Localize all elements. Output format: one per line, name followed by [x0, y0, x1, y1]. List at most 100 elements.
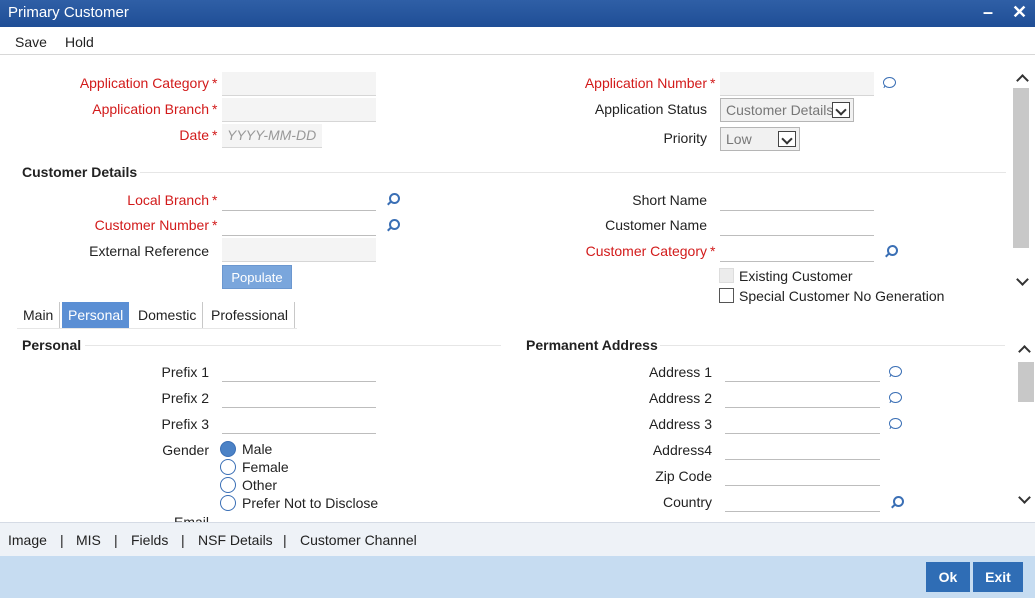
- application-status-label: Application Status: [594, 101, 707, 117]
- search-icon[interactable]: [890, 496, 904, 510]
- gender-male-radio[interactable]: [220, 441, 236, 457]
- search-icon[interactable]: [884, 245, 898, 259]
- bottom-links-bar: Image | MIS | Fields | NSF Details | Cus…: [0, 522, 1035, 556]
- footer-bar: [0, 556, 1035, 598]
- short-name-input[interactable]: [720, 187, 874, 211]
- personal-heading: Personal: [22, 337, 82, 353]
- chevron-down-icon: [778, 131, 796, 147]
- address-1-input[interactable]: [725, 358, 880, 382]
- application-number-label: Application Number: [584, 75, 707, 91]
- tab-professional[interactable]: Professional: [205, 302, 296, 328]
- address-4-input[interactable]: [725, 436, 880, 460]
- prefix-1-label: Prefix 1: [161, 364, 209, 380]
- search-icon[interactable]: [386, 219, 400, 233]
- close-button[interactable]: ✕: [1012, 2, 1027, 23]
- hold-menu-item[interactable]: Hold: [65, 34, 94, 50]
- priority-label: Priority: [663, 130, 707, 146]
- special-customer-no-label: Special Customer No Generation: [739, 288, 945, 304]
- title-bar: Primary Customer – ✕: [0, 0, 1035, 27]
- tab-domestic[interactable]: Domestic: [132, 302, 204, 328]
- link-separator: |: [60, 532, 64, 548]
- required-mark: *: [212, 192, 218, 208]
- link-separator: |: [114, 532, 118, 548]
- prefix-1-input[interactable]: [222, 358, 376, 382]
- divider: [85, 345, 501, 346]
- gender-female-radio[interactable]: [220, 459, 236, 475]
- link-separator: |: [181, 532, 185, 548]
- exit-button[interactable]: Exit: [973, 562, 1023, 592]
- tab-main[interactable]: Main: [17, 302, 61, 328]
- scroll-up-button[interactable]: [1017, 343, 1031, 355]
- chat-icon[interactable]: [883, 77, 896, 88]
- image-link[interactable]: Image: [8, 532, 47, 548]
- gender-female-label: Female: [242, 459, 289, 475]
- required-mark: *: [212, 75, 218, 91]
- required-mark: *: [710, 243, 716, 259]
- application-category-input[interactable]: [222, 72, 376, 96]
- local-branch-label: Local Branch: [127, 192, 209, 208]
- external-reference-input[interactable]: [222, 238, 376, 262]
- short-name-label: Short Name: [632, 192, 707, 208]
- customer-number-label: Customer Number: [94, 217, 209, 233]
- gender-label: Gender: [162, 442, 209, 458]
- chat-icon[interactable]: [889, 366, 902, 377]
- fields-link[interactable]: Fields: [131, 532, 168, 548]
- customer-category-label: Customer Category: [585, 243, 707, 259]
- gender-prefer-not-label: Prefer Not to Disclose: [242, 495, 379, 511]
- address-3-label: Address 3: [648, 416, 712, 432]
- divider: [17, 328, 297, 329]
- address-4-label: Address4: [652, 442, 712, 458]
- application-category-label: Application Category: [79, 75, 209, 91]
- link-separator: |: [283, 532, 287, 548]
- window-title: Primary Customer: [8, 4, 129, 21]
- customer-channel-link[interactable]: Customer Channel: [300, 532, 417, 548]
- address-3-input[interactable]: [725, 410, 880, 434]
- minimize-button[interactable]: –: [983, 2, 993, 23]
- scroll-down-button[interactable]: [1015, 275, 1029, 287]
- priority-select[interactable]: Low: [720, 127, 800, 151]
- gender-other-radio[interactable]: [220, 477, 236, 493]
- tab-personal[interactable]: Personal: [62, 302, 130, 328]
- populate-button[interactable]: Populate: [222, 265, 292, 289]
- required-mark: *: [212, 217, 218, 233]
- prefix-3-input[interactable]: [222, 410, 376, 434]
- address-2-input[interactable]: [725, 384, 880, 408]
- customer-name-input[interactable]: [720, 212, 874, 236]
- application-number-input[interactable]: [720, 72, 874, 96]
- existing-customer-label: Existing Customer: [739, 268, 853, 284]
- scroll-up-button[interactable]: [1015, 72, 1029, 84]
- external-reference-label: External Reference: [89, 243, 209, 259]
- ok-button[interactable]: Ok: [926, 562, 970, 592]
- chat-icon[interactable]: [889, 392, 902, 403]
- prefix-3-label: Prefix 3: [161, 416, 209, 432]
- country-input[interactable]: [725, 488, 880, 512]
- scroll-down-button[interactable]: [1017, 493, 1031, 505]
- gender-prefer-not-radio[interactable]: [220, 495, 236, 511]
- customer-number-input[interactable]: [222, 212, 376, 236]
- nsf-details-link[interactable]: NSF Details: [198, 532, 273, 548]
- search-icon[interactable]: [386, 193, 400, 207]
- date-input[interactable]: YYYY-MM-DD: [222, 124, 322, 148]
- application-status-select[interactable]: Customer Details: [720, 98, 854, 122]
- gender-male-label: Male: [242, 441, 273, 457]
- priority-value: Low: [726, 131, 752, 147]
- customer-category-input[interactable]: [720, 238, 874, 262]
- save-menu-item[interactable]: Save: [15, 34, 47, 50]
- scrollbar-thumb[interactable]: [1013, 88, 1029, 248]
- scrollbar-thumb[interactable]: [1018, 362, 1034, 402]
- mis-link[interactable]: MIS: [76, 532, 101, 548]
- application-branch-input[interactable]: [222, 98, 376, 122]
- special-customer-no-checkbox[interactable]: [719, 288, 734, 303]
- local-branch-input[interactable]: [222, 187, 376, 211]
- country-label: Country: [662, 494, 712, 510]
- customer-details-heading: Customer Details: [22, 164, 138, 180]
- prefix-2-input[interactable]: [222, 384, 376, 408]
- date-label: Date: [179, 127, 209, 143]
- email-label: Email: [173, 514, 209, 522]
- permanent-address-heading: Permanent Address: [526, 337, 658, 353]
- existing-customer-checkbox: [719, 268, 734, 283]
- zip-code-input[interactable]: [725, 462, 880, 486]
- divider: [660, 345, 1005, 346]
- chat-icon[interactable]: [889, 418, 902, 429]
- address-2-label: Address 2: [648, 390, 712, 406]
